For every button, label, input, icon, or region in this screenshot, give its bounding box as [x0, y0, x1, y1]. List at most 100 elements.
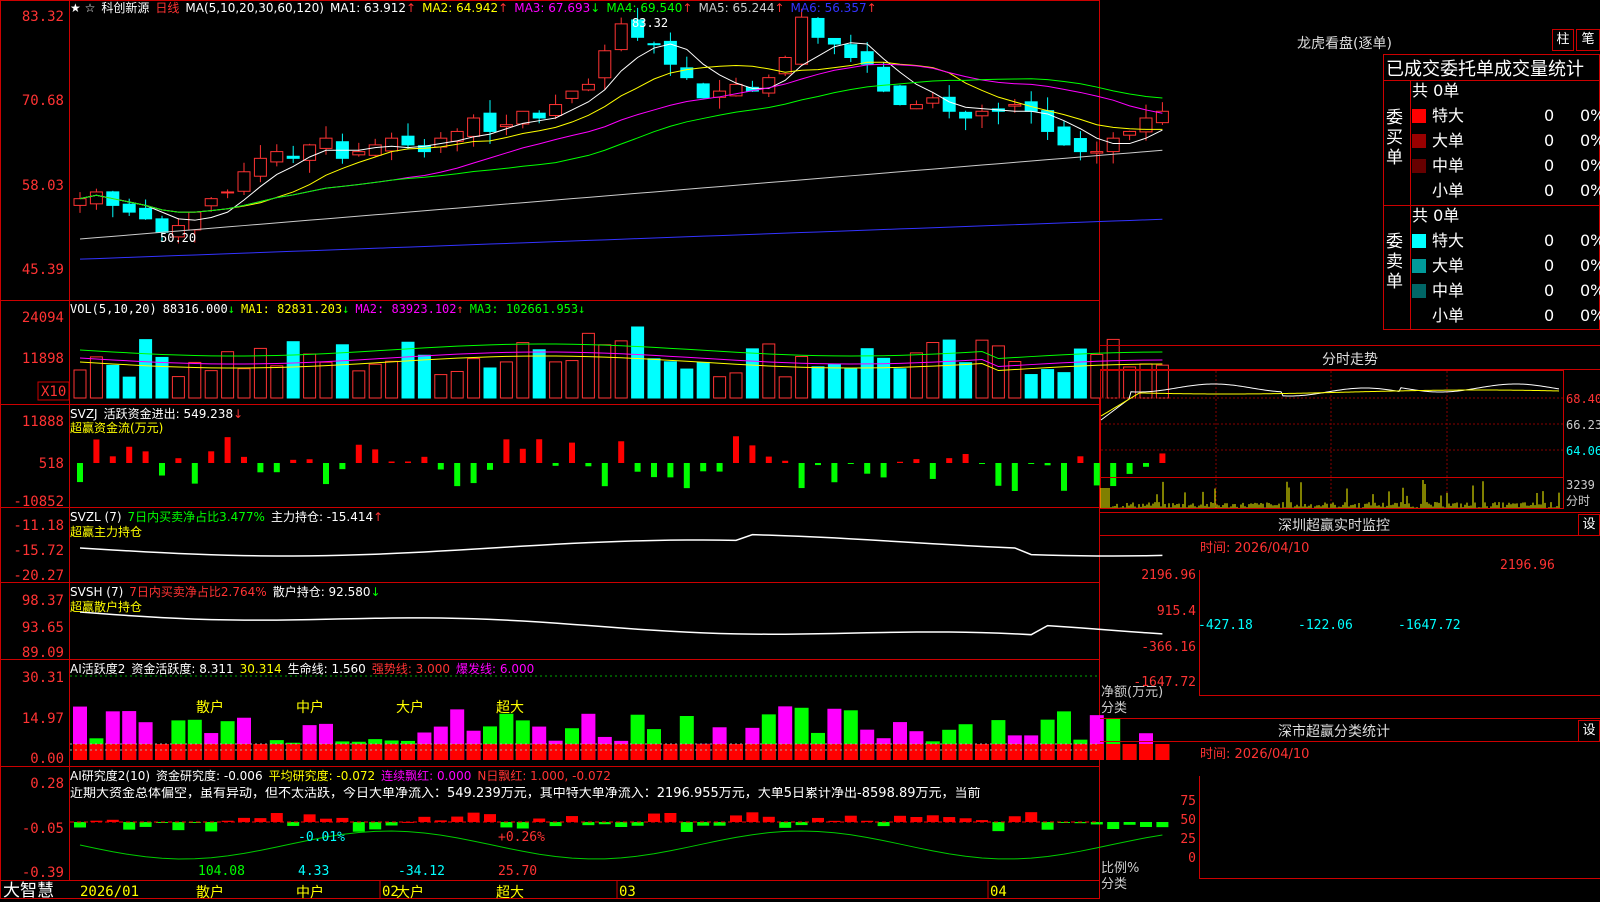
price-header: ★ ☆ 科创新源 日线 MA(5,10,20,30,60,120) MA1: 63.91… — [70, 1, 889, 15]
svzj-bar — [519, 448, 526, 463]
ai2-item2: 平均研究度: -0.072 — [268, 769, 376, 783]
category-label: 散户 — [196, 700, 224, 716]
ma-arrow: ↑ — [866, 1, 877, 15]
svzj-bar — [77, 463, 83, 483]
svsh-arrow: ↓ — [370, 585, 381, 599]
order-row: 小单 0 0% — [1412, 179, 1600, 203]
vol-tick: 24094 — [22, 310, 64, 326]
candle — [499, 124, 513, 128]
sz-value-label: -122.06 — [1298, 618, 1353, 633]
order-row-name: 中单 — [1432, 281, 1465, 300]
volume-bar — [401, 341, 415, 399]
sz-tick: -366.16 — [1141, 640, 1196, 655]
sz-class-settings-button[interactable]: 设 — [1578, 720, 1600, 742]
svsh-line-path — [79, 611, 1163, 636]
ai2-tick: -0.05 — [22, 821, 64, 837]
volume-bar — [926, 342, 940, 399]
candle — [483, 112, 497, 132]
ai1-base-bar — [105, 744, 120, 760]
star-icon[interactable]: ★ ☆ — [70, 1, 95, 15]
sz-monitor-title: 深圳超赢实时监控 — [1278, 518, 1390, 534]
high-label: 83.32 — [632, 16, 668, 30]
order-color-swatch — [1412, 159, 1426, 173]
ai2-bar — [779, 822, 792, 828]
volume-bar — [631, 326, 645, 399]
candle — [647, 43, 661, 46]
svsh-label: SVSH (7) — [70, 585, 124, 599]
svsh-line — [79, 611, 1163, 636]
ai1-base-bar — [663, 744, 678, 760]
ai2-bar — [369, 822, 382, 830]
candle — [909, 104, 923, 110]
ma-value: MA3: 67.693 — [514, 1, 591, 15]
ai2-bar — [762, 816, 775, 822]
candle — [1008, 104, 1022, 107]
svzj-bar — [929, 463, 936, 479]
ai1-base-bar — [925, 744, 940, 760]
svzj-bar — [847, 463, 854, 464]
volume-bar — [1024, 374, 1038, 399]
volume-bar — [663, 361, 677, 399]
candlestick-series — [73, 7, 1169, 244]
svzl-line — [79, 533, 1163, 557]
category-label: 大户 — [396, 885, 424, 901]
ai2-bar — [467, 812, 480, 822]
ma-arrow: ↑ — [498, 1, 509, 15]
volume-bar — [368, 363, 382, 399]
svzj-bar — [962, 453, 969, 463]
ai1-base-bar — [450, 744, 465, 760]
order-row: 特大 0 0% — [1412, 229, 1600, 253]
ai2-line — [79, 830, 1163, 860]
svzl-header: SVZL (7) 7日内买卖净占比3.477% 主力持仓: -15.414↑ — [70, 510, 389, 524]
ai2-item1: 资金研究度: -0.006 — [156, 769, 263, 783]
volume-bar — [139, 339, 153, 399]
sz-monitor-settings-button[interactable]: 设 — [1578, 514, 1600, 536]
order-row-name: 大单 — [1432, 256, 1465, 275]
class-change-label: +0.26% — [498, 830, 545, 845]
order-row: 小单 0 0% — [1412, 304, 1600, 328]
ai1-base-bar — [958, 744, 973, 760]
ai1-header: AI活跃度2 资金活跃度: 8.311 30.314 生命线: 1.560 强势线: 3… — [70, 662, 540, 676]
candle — [1073, 138, 1087, 153]
moving-average-lines — [79, 42, 1163, 260]
ai1-base-bar — [827, 744, 842, 760]
ai2-bar — [877, 822, 890, 827]
volume-bars — [73, 326, 1169, 399]
ai2-bar — [959, 818, 972, 822]
fs-tick: 64.06 — [1566, 444, 1600, 458]
svzj-sub: 超赢资金流(万元) — [70, 421, 164, 435]
ai2-bar — [992, 822, 1005, 832]
volume-bar — [106, 364, 120, 399]
tick-mode-button[interactable]: 笔 — [1576, 29, 1600, 51]
volume-bar — [991, 345, 1005, 399]
ai2-bar — [631, 822, 644, 826]
candle — [811, 17, 825, 38]
bar-mode-button[interactable]: 柱 — [1552, 29, 1574, 51]
category-label: 超大 — [496, 885, 524, 901]
candle — [303, 144, 317, 161]
price-tick: 70.68 — [22, 93, 64, 109]
order-row: 特大 0 0% — [1412, 104, 1600, 128]
candle — [877, 66, 891, 92]
ai2-header: AI研究度2(10) 资金研究度: -0.006 平均研究度: -0.072 连续飘红… — [70, 769, 617, 783]
fs-vol-tick: 3239 — [1566, 478, 1595, 492]
ma-arrow: ↑ — [682, 1, 693, 15]
ai2-bar — [910, 816, 923, 822]
order-row-pct: 0% — [1580, 156, 1600, 175]
volume-bar — [319, 361, 333, 399]
svzj-bar — [388, 461, 395, 463]
volume-bar — [680, 368, 694, 399]
svzl-sub: 超赢主力持仓 — [70, 525, 143, 539]
stock-name: 科创新源 — [101, 1, 150, 15]
order-row-name: 大单 — [1432, 131, 1465, 150]
volume-bar — [729, 372, 743, 399]
svzj-bar — [765, 456, 772, 463]
fs-tick: 68.40 — [1566, 392, 1600, 406]
svzj-bar — [618, 441, 625, 463]
ai1-base-bar — [302, 744, 317, 760]
svzj-bar — [995, 463, 1002, 486]
ai2-bar — [451, 816, 464, 822]
candle — [319, 137, 333, 149]
order-row-name: 小单 — [1432, 181, 1465, 200]
volume-bar — [303, 353, 317, 399]
